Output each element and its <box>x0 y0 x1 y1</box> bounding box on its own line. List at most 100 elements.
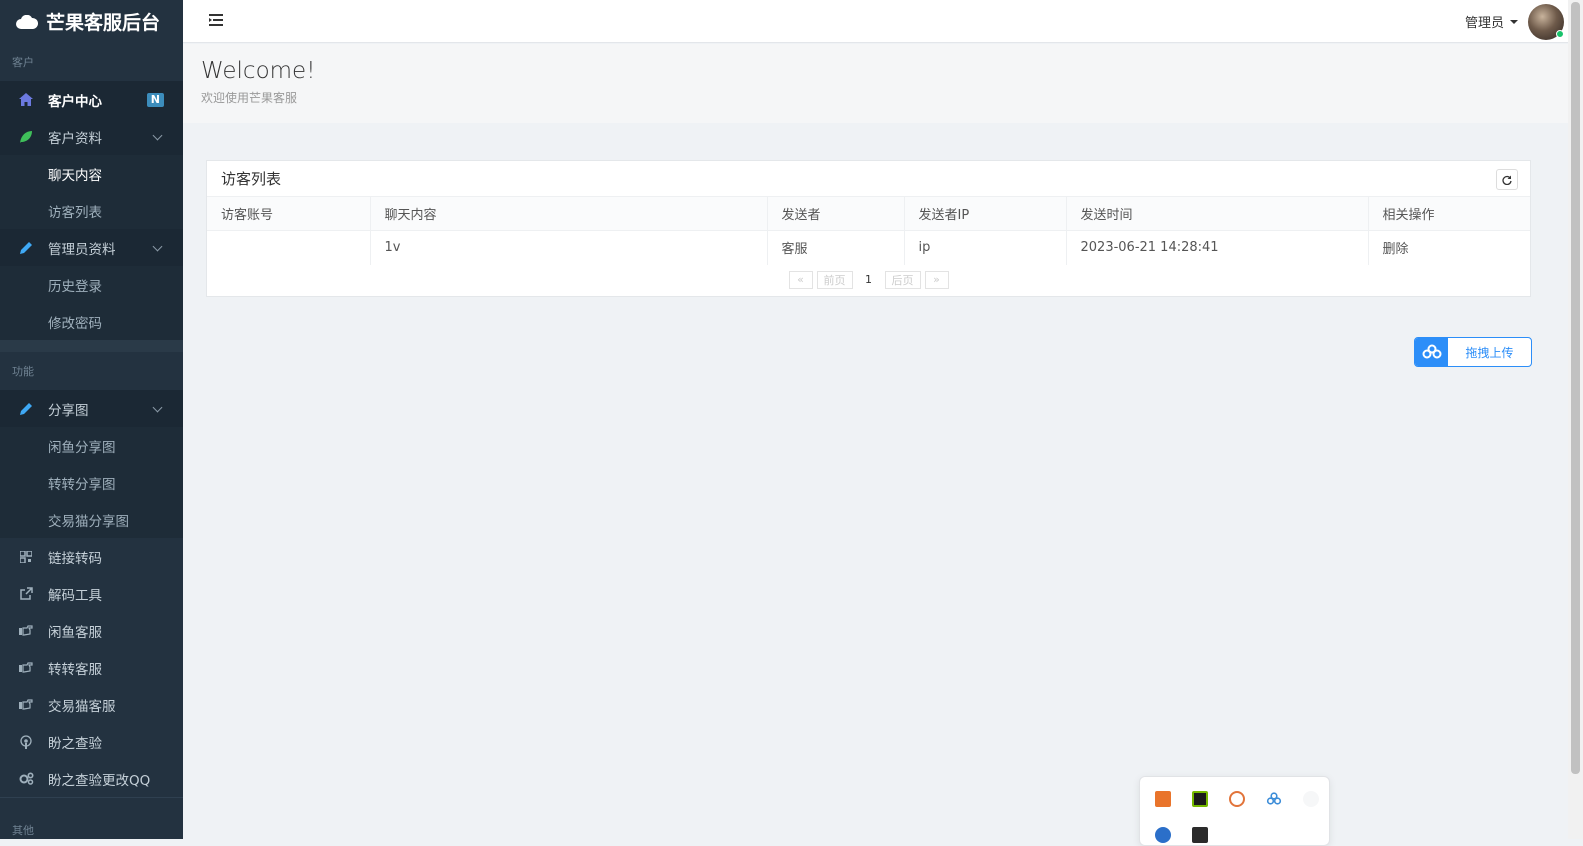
current-page[interactable]: 1 <box>857 271 881 289</box>
user-menu[interactable]: 管理员 <box>1465 0 1568 43</box>
sidebar-item-zhuanzhuan-share[interactable]: 转转分享图 <box>0 464 183 501</box>
menu-toggle-icon[interactable] <box>209 14 223 26</box>
external-link-icon <box>18 586 34 602</box>
sidebar-item-label: 转转客服 <box>48 658 102 678</box>
caret-down-icon <box>1510 20 1518 24</box>
tray-app-icon[interactable] <box>1155 791 1171 807</box>
sidebar-item-chat-content[interactable]: 聊天内容 <box>0 155 183 192</box>
table-header-row: 访客账号 聊天内容 发送者 发送者IP 发送时间 相关操作 <box>207 197 1530 231</box>
sidebar-item-change-password[interactable]: 修改密码 <box>0 303 183 340</box>
tray-app-icon[interactable] <box>1229 791 1245 807</box>
brand-title: 芒果客服后台 <box>46 8 160 35</box>
hand-pointer-icon <box>18 623 34 639</box>
sidebar-item-label: 解码工具 <box>48 584 102 604</box>
sidebar-item-label: 交易猫客服 <box>48 695 116 715</box>
panel-title: 访客列表 <box>221 168 281 189</box>
delete-link[interactable]: 删除 <box>1368 231 1530 265</box>
sidebar-item-login-history[interactable]: 历史登录 <box>0 266 183 303</box>
avatar[interactable] <box>1528 4 1564 40</box>
cloud-icon <box>16 15 38 29</box>
column-header: 发送者 <box>767 197 904 231</box>
sidebar-item-zhuanzhuan-service[interactable]: 转转客服 <box>0 649 183 686</box>
cell-sender: 客服 <box>767 231 904 265</box>
sidebar-item-customer-center[interactable]: 客户中心 N <box>0 81 183 118</box>
nvidia-icon[interactable] <box>1192 791 1208 807</box>
system-tray-popup <box>1139 776 1330 846</box>
cell-account <box>207 231 370 265</box>
page-title: Welcome! <box>201 58 315 84</box>
sidebar-item-label: 分享图 <box>48 399 89 419</box>
sidebar-item-jiaoyimao-share[interactable]: 交易猫分享图 <box>0 501 183 538</box>
sidebar-item-visitor-list[interactable]: 访客列表 <box>0 192 183 229</box>
visitor-list-panel: 访客列表 访客账号 聊天内容 发送者 发送者IP 发送时间 相关操作 1v 客服… <box>206 160 1531 297</box>
cell-content: 1v <box>370 231 767 265</box>
submenu-customer-data: 聊天内容 访客列表 <box>0 155 183 229</box>
drag-upload-button[interactable]: 拖拽上传 <box>1414 337 1532 367</box>
column-header: 发送时间 <box>1066 197 1368 231</box>
sidebar: 芒果客服后台 客户 客户中心 N 客户资料 聊天内容 访客列表 管理员资料 历史… <box>0 0 183 839</box>
section-other: 其他 <box>0 811 183 839</box>
chevron-down-icon <box>153 242 163 252</box>
tray-app-icon[interactable] <box>1192 827 1208 843</box>
sidebar-item-panzhi-check[interactable]: 盼之查验 <box>0 723 183 760</box>
sidebar-item-jiaoyimao-service[interactable]: 交易猫客服 <box>0 686 183 723</box>
hand-pointer-icon <box>18 697 34 713</box>
sidebar-item-panzhi-check-qq[interactable]: 盼之查验更改QQ <box>0 760 183 797</box>
last-page-button[interactable]: » <box>925 271 949 289</box>
page-header: Welcome! 欢迎使用芒果客服 <box>183 44 1568 123</box>
submenu-admin-data: 历史登录 修改密码 <box>0 266 183 340</box>
upload-label: 拖拽上传 <box>1448 338 1531 366</box>
sidebar-item-label: 盼之查验更改QQ <box>48 769 150 789</box>
podcast-icon <box>18 734 34 750</box>
refresh-icon <box>1502 175 1512 185</box>
home-icon <box>18 92 34 108</box>
sidebar-item-label: 管理员资料 <box>48 238 116 258</box>
hand-pointer-icon <box>18 660 34 676</box>
section-customer: 客户 <box>0 43 183 81</box>
cloud-upload-icon <box>1415 338 1448 366</box>
scrollbar[interactable] <box>1568 0 1583 839</box>
refresh-button[interactable] <box>1496 169 1518 190</box>
scrollbar-thumb[interactable] <box>1571 2 1580 774</box>
tray-app-icon[interactable] <box>1303 791 1319 807</box>
sidebar-item-share-image[interactable]: 分享图 <box>0 390 183 427</box>
visitor-table: 访客账号 聊天内容 发送者 发送者IP 发送时间 相关操作 1v 客服 ip 2… <box>207 196 1530 265</box>
prev-page-button[interactable]: 前页 <box>817 271 853 289</box>
column-header: 发送者IP <box>904 197 1066 231</box>
sidebar-item-admin-data[interactable]: 管理员资料 <box>0 229 183 266</box>
cell-time: 2023-06-21 14:28:41 <box>1066 231 1368 265</box>
sidebar-item-link-transcode[interactable]: 链接转码 <box>0 538 183 575</box>
column-header: 访客账号 <box>207 197 370 231</box>
divider <box>0 797 183 811</box>
qrcode-icon <box>18 549 34 565</box>
tray-app-icon[interactable] <box>1155 827 1171 843</box>
panel-header: 访客列表 <box>207 161 1530 196</box>
sidebar-item-decode-tool[interactable]: 解码工具 <box>0 575 183 612</box>
sidebar-item-xianyu-service[interactable]: 闲鱼客服 <box>0 612 183 649</box>
pencil-icon <box>18 401 34 417</box>
sidebar-item-customer-data[interactable]: 客户资料 <box>0 118 183 155</box>
divider <box>0 340 183 352</box>
leaf-icon <box>18 129 34 145</box>
section-features: 功能 <box>0 352 183 390</box>
pencil-icon <box>18 240 34 256</box>
chevron-down-icon <box>153 131 163 141</box>
column-header: 聊天内容 <box>370 197 767 231</box>
sidebar-item-label: 闲鱼客服 <box>48 621 102 641</box>
sidebar-item-xianyu-share[interactable]: 闲鱼分享图 <box>0 427 183 464</box>
first-page-button[interactable]: « <box>789 271 813 289</box>
sidebar-item-label: 盼之查验 <box>48 732 102 752</box>
page-subtitle: 欢迎使用芒果客服 <box>201 89 297 106</box>
brand[interactable]: 芒果客服后台 <box>0 0 183 43</box>
cloud-sync-icon[interactable] <box>1266 791 1282 807</box>
sidebar-item-label: 客户资料 <box>48 127 102 147</box>
new-badge: N <box>147 93 164 107</box>
user-name: 管理员 <box>1465 12 1504 31</box>
next-page-button[interactable]: 后页 <box>885 271 921 289</box>
cell-ip: ip <box>904 231 1066 265</box>
sidebar-item-label: 客户中心 <box>48 90 102 110</box>
gears-icon <box>18 771 34 787</box>
pagination: « 前页 1 后页 » <box>207 265 1530 295</box>
online-status-dot <box>1556 30 1564 38</box>
submenu-share-image: 闲鱼分享图 转转分享图 交易猫分享图 <box>0 427 183 538</box>
